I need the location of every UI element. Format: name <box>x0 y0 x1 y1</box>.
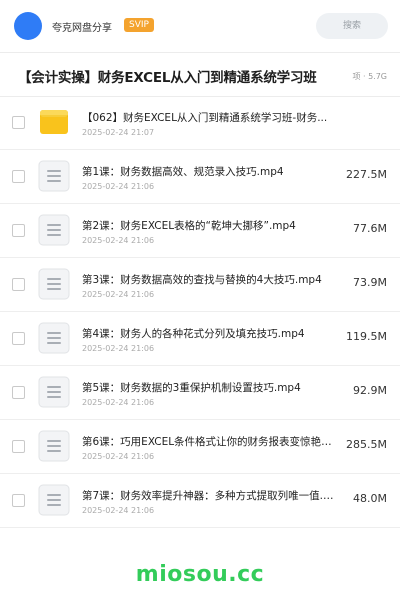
page-title: 【会计实操】财务EXCEL从入门到精通系统学习班 <box>18 70 317 86</box>
file-date: 2025-02-24 21:06 <box>82 398 155 407</box>
select-checkbox[interactable] <box>12 116 25 129</box>
file-size: 285.5M <box>346 438 387 451</box>
file-date: 2025-02-24 21:07 <box>82 128 155 137</box>
video-file-icon <box>38 214 70 246</box>
file-name[interactable]: 第2课：财务EXCEL表格的“乾坤大挪移”.mp4 <box>82 218 340 233</box>
select-checkbox[interactable] <box>12 440 25 453</box>
list-item[interactable]: 第4课：财务人的各种花式分列及填充技巧.mp4 2025-02-24 21:06 1… <box>0 312 400 366</box>
video-file-icon <box>38 484 70 516</box>
svip-badge: SVIP <box>124 18 154 32</box>
watermark: miosou.cc <box>135 562 265 587</box>
file-name[interactable]: 第3课：财务数据高效的查找与替换的4大技巧.mp4 <box>82 272 340 287</box>
file-name[interactable]: 第7课：财务效率提升神器：多种方式提取列唯一值.mp4 <box>82 488 340 503</box>
file-size: 119.5M <box>346 330 387 343</box>
avatar[interactable] <box>14 12 42 40</box>
list-item[interactable]: 第7课：财务效率提升神器：多种方式提取列唯一值.mp4 2025-02-24 21… <box>0 474 400 528</box>
folder-meta: 项 · 5.7G <box>352 72 387 81</box>
video-file-icon <box>38 376 70 408</box>
file-date: 2025-02-24 21:06 <box>82 452 155 461</box>
folder-icon <box>38 106 70 138</box>
file-date: 2025-02-24 21:06 <box>82 236 155 245</box>
select-checkbox[interactable] <box>12 332 25 345</box>
file-size: 48.0M <box>353 492 387 505</box>
file-date: 2025-02-24 21:06 <box>82 290 155 299</box>
list-item[interactable]: 第2课：财务EXCEL表格的“乾坤大挪移”.mp4 2025-02-24 21:0… <box>0 204 400 258</box>
video-file-icon <box>38 430 70 462</box>
header-divider <box>0 52 400 53</box>
file-date: 2025-02-24 21:06 <box>82 506 155 515</box>
file-size: 77.6M <box>353 222 387 235</box>
file-size: 73.9M <box>353 276 387 289</box>
list-item[interactable]: 第1课：财务数据高效、规范录入技巧.mp4 2025-02-24 21:06 227… <box>0 150 400 204</box>
file-name[interactable]: 第6课：巧用EXCEL条件格式让你的财务报表变惊艳了.mp4 <box>82 434 340 449</box>
select-checkbox[interactable] <box>12 386 25 399</box>
app-header: 夸克网盘分享 SVIP 搜索 <box>0 0 400 52</box>
file-size: 227.5M <box>346 168 387 181</box>
video-file-icon <box>38 322 70 354</box>
list-item[interactable]: 第5课：财务数据的3重保护机制设置技巧.mp4 2025-02-24 21:06 9… <box>0 366 400 420</box>
file-name[interactable]: 【062】财务EXCEL从入门到精通系统学习班-财务... <box>82 110 340 125</box>
file-name[interactable]: 第4课：财务人的各种花式分列及填充技巧.mp4 <box>82 326 340 341</box>
search-input[interactable]: 搜索 <box>316 13 388 39</box>
list-item[interactable]: 【062】财务EXCEL从入门到精通系统学习班-财务... 2025-02-24 … <box>0 96 400 150</box>
file-name[interactable]: 第1课：财务数据高效、规范录入技巧.mp4 <box>82 164 340 179</box>
file-date: 2025-02-24 21:06 <box>82 182 155 191</box>
video-file-icon <box>38 160 70 192</box>
list-item[interactable]: 第6课：巧用EXCEL条件格式让你的财务报表变惊艳了.mp4 2025-02-24… <box>0 420 400 474</box>
file-name[interactable]: 第5课：财务数据的3重保护机制设置技巧.mp4 <box>82 380 340 395</box>
select-checkbox[interactable] <box>12 170 25 183</box>
list-item[interactable]: 第3课：财务数据高效的查找与替换的4大技巧.mp4 2025-02-24 21:0… <box>0 258 400 312</box>
file-size: 92.9M <box>353 384 387 397</box>
brand-name: 夸克网盘分享 <box>52 23 112 34</box>
select-checkbox[interactable] <box>12 494 25 507</box>
select-checkbox[interactable] <box>12 224 25 237</box>
file-date: 2025-02-24 21:06 <box>82 344 155 353</box>
video-file-icon <box>38 268 70 300</box>
select-checkbox[interactable] <box>12 278 25 291</box>
folder-title-row: 【会计实操】财务EXCEL从入门到精通系统学习班 项 · 5.7G <box>0 62 400 88</box>
